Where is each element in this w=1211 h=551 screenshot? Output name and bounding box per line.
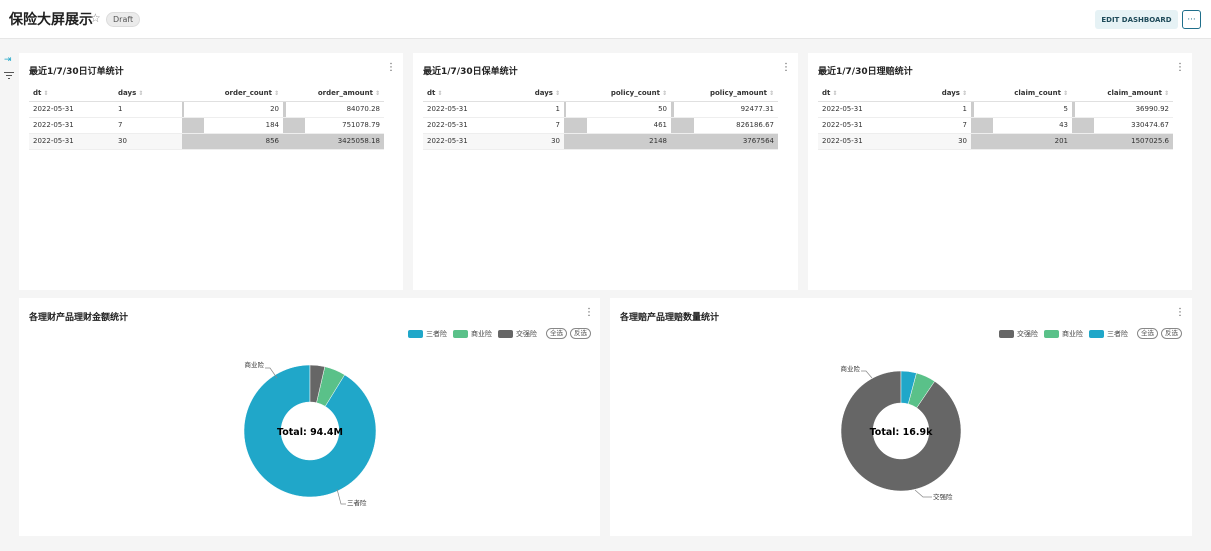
draft-badge: Draft [106,12,141,27]
dashboard-header: 保险大屏展示 ☆ Draft EDIT DASHBOARD ··· [0,0,1211,39]
column-header[interactable]: days ⇕ [508,86,564,102]
donut-total-label: Total: 16.9k [870,427,933,438]
label-leader-line [914,489,932,498]
table-row: 2022-05-31 30 856 3425058.18 [29,133,384,150]
table-row: 2022-05-31 30 2148 3767564 [423,133,778,150]
table-cell: 2022-05-31 [818,133,903,150]
claim-stats-table: dt ⇕ days ⇕ claim_count ⇕ claim_amount ⇕ 202… [818,86,1173,150]
table-cell: 2022-05-31 [818,117,903,134]
slice-label: 商业险 [841,364,861,373]
table-row: 2022-05-31 1 20 84070.28 [29,101,384,118]
column-header[interactable]: claim_amount ⇕ [1072,86,1173,102]
order-stats-table: dt ⇕ days ⇕ order_count ⇕ order_amount ⇕ 202… [29,86,384,150]
table-row: 2022-05-31 1 5 36990.92 [818,101,1173,118]
table-cell: 2022-05-31 [423,117,508,134]
table-cell: 1 [508,101,564,118]
table-cell: 43 [971,117,1072,134]
table-cell: 2022-05-31 [29,101,114,118]
claim-stats-panel: 最近1/7/30日理赔统计 ⋮ dt ⇕ days ⇕ claim_count ⇕ c… [808,53,1192,290]
column-header[interactable]: days ⇕ [114,86,182,102]
table-row: 2022-05-31 1 50 92477.31 [423,101,778,118]
table-cell: 751078.79 [283,117,384,134]
panel-title: 最近1/7/30日理赔统计 [818,67,913,77]
slice-label: 三者险 [347,498,367,507]
table-row: 2022-05-31 7 43 330474.67 [818,117,1173,134]
table-cell: 7 [508,117,564,134]
label-leader-line [336,488,346,505]
expand-filters-icon[interactable]: ⇥ [4,55,12,65]
table-cell: 1507025.6 [1072,133,1173,150]
donut-chart: Total: 94.4M 商业险 三者险 [243,360,377,507]
table-cell: 30 [508,133,564,150]
table-cell: 2022-05-31 [818,101,903,118]
policy-stats-panel: 最近1/7/30日保单统计 ⋮ dt ⇕ days ⇕ policy_count ⇕ … [413,53,798,290]
table-cell: 20 [182,101,283,118]
table-cell: 3425058.18 [283,133,384,150]
table-cell: 30 [114,133,182,150]
table-cell: 7 [903,117,971,134]
panel-menu-icon[interactable]: ⋮ [1175,63,1185,73]
table-cell: 1 [903,101,971,118]
panel-title: 最近1/7/30日订单统计 [29,67,124,77]
edit-dashboard-button[interactable]: EDIT DASHBOARD [1095,10,1178,29]
table-cell: 2022-05-31 [423,133,508,150]
table-cell: 1 [114,101,182,118]
column-header[interactable]: order_amount ⇕ [283,86,384,102]
table-row: 2022-05-31 30 201 1507025.6 [818,133,1173,150]
slice-label: 商业险 [245,360,265,369]
table-cell: 92477.31 [671,101,778,118]
column-header[interactable]: days ⇕ [903,86,971,102]
table-cell: 2148 [564,133,671,150]
table-cell: 2022-05-31 [423,101,508,118]
table-cell: 3767564 [671,133,778,150]
column-header[interactable]: claim_count ⇕ [971,86,1072,102]
label-leader-line [861,370,873,379]
donut-chart: Total: 16.9k 商业险 交强险 [841,364,962,501]
finance-amount-panel: 各理财产品理财金额统计 ⋮ 三者险 商业险 交强险 全选 反选 Total: 9… [19,298,600,536]
star-icon[interactable]: ☆ [90,11,101,25]
table-cell: 5 [971,101,1072,118]
table-cell: 84070.28 [283,101,384,118]
table-cell: 201 [971,133,1072,150]
more-options-button[interactable]: ··· [1182,10,1201,29]
filter-icon[interactable] [4,71,14,80]
policy-stats-table: dt ⇕ days ⇕ policy_count ⇕ policy_amount ⇕ 2… [423,86,778,150]
table-cell: 2022-05-31 [29,133,114,150]
column-header[interactable]: order_count ⇕ [182,86,283,102]
table-cell: 330474.67 [1072,117,1173,134]
table-cell: 7 [114,117,182,134]
table-cell: 30 [903,133,971,150]
column-header[interactable]: policy_amount ⇕ [671,86,778,102]
column-header[interactable]: policy_count ⇕ [564,86,671,102]
table-row: 2022-05-31 7 461 826186.67 [423,117,778,134]
order-stats-panel: 最近1/7/30日订单统计 ⋮ dt ⇕ days ⇕ order_count ⇕ o… [19,53,403,290]
slice-label: 交强险 [933,492,953,501]
table-cell: 50 [564,101,671,118]
column-header[interactable]: dt ⇕ [423,86,508,102]
table-cell: 2022-05-31 [29,117,114,134]
donut-total-label: Total: 94.4M [277,427,343,438]
column-header[interactable]: dt ⇕ [818,86,903,102]
panel-title: 最近1/7/30日保单统计 [423,67,518,77]
table-cell: 461 [564,117,671,134]
table-cell: 856 [182,133,283,150]
panel-menu-icon[interactable]: ⋮ [781,63,791,73]
table-cell: 826186.67 [671,117,778,134]
dashboard-title: 保险大屏展示 [9,12,93,28]
table-cell: 36990.92 [1072,101,1173,118]
table-cell: 184 [182,117,283,134]
table-row: 2022-05-31 7 184 751078.79 [29,117,384,134]
column-header[interactable]: dt ⇕ [29,86,114,102]
claim-count-panel: 各理赔产品理赔数量统计 ⋮ 交强险 商业险 三者险 全选 反选 Total: 1… [610,298,1192,536]
panel-menu-icon[interactable]: ⋮ [386,63,396,73]
